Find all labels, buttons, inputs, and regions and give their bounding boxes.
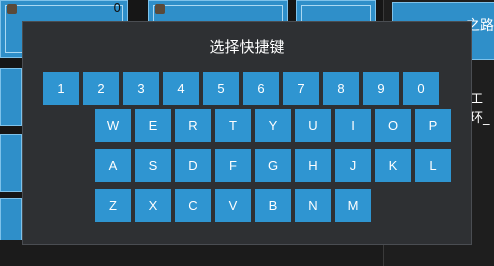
key-l[interactable]: L <box>415 149 451 182</box>
key-7[interactable]: 7 <box>283 72 319 105</box>
key-0[interactable]: 0 <box>403 72 439 105</box>
bg-tile-4[interactable] <box>0 68 22 126</box>
key-s[interactable]: S <box>135 149 171 182</box>
dialog-title: 选择快捷键 <box>209 38 285 56</box>
key-t[interactable]: T <box>215 109 251 142</box>
key-e[interactable]: E <box>135 109 171 142</box>
key-g[interactable]: G <box>255 149 291 182</box>
key-m[interactable]: M <box>335 189 371 222</box>
key-b[interactable]: B <box>255 189 291 222</box>
key-1[interactable]: 1 <box>43 72 79 105</box>
key-5[interactable]: 5 <box>203 72 239 105</box>
key-c[interactable]: C <box>175 189 211 222</box>
key-2[interactable]: 2 <box>83 72 119 105</box>
key-a[interactable]: A <box>95 149 131 182</box>
shortcut-dialog: 选择快捷键 1234567890 WERTYUIOP ASDFGHJKL ZXCVBN… <box>22 21 472 245</box>
key-u[interactable]: U <box>295 109 331 142</box>
key-6[interactable]: 6 <box>243 72 279 105</box>
key-n[interactable]: N <box>295 189 331 222</box>
bg-tile-5[interactable] <box>0 134 22 192</box>
key-o[interactable]: O <box>375 109 411 142</box>
key-k[interactable]: K <box>375 149 411 182</box>
key-i[interactable]: I <box>335 109 371 142</box>
key-4[interactable]: 4 <box>163 72 199 105</box>
key-v[interactable]: V <box>215 189 251 222</box>
key-d[interactable]: D <box>175 149 211 182</box>
tile-status-icon <box>155 4 165 14</box>
key-y[interactable]: Y <box>255 109 291 142</box>
key-j[interactable]: J <box>335 149 371 182</box>
key-3[interactable]: 3 <box>123 72 159 105</box>
key-r[interactable]: R <box>175 109 211 142</box>
right-panel-text: 工环_ <box>470 92 490 126</box>
key-8[interactable]: 8 <box>323 72 359 105</box>
key-f[interactable]: F <box>215 149 251 182</box>
key-w[interactable]: W <box>95 109 131 142</box>
key-h[interactable]: H <box>295 149 331 182</box>
key-x[interactable]: X <box>135 189 171 222</box>
key-z[interactable]: Z <box>95 189 131 222</box>
tile-status-icon <box>7 4 17 14</box>
key-p[interactable]: P <box>415 109 451 142</box>
tile-count: 0 <box>113 1 121 15</box>
key-9[interactable]: 9 <box>363 72 399 105</box>
